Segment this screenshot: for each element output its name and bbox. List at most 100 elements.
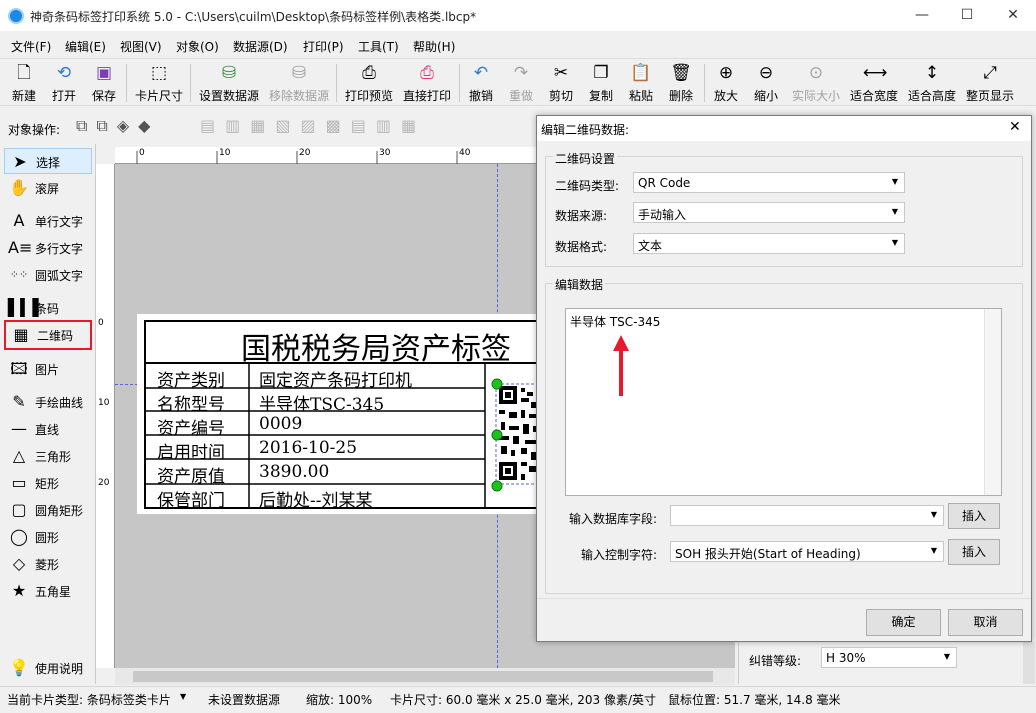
status-zoom: 缩放: 100% <box>306 693 373 707</box>
menu-datasource[interactable]: 数据源(D) <box>233 38 288 55</box>
set-datasource-button[interactable]: ⛁ 设置数据源 <box>197 62 261 104</box>
fit-width-icon: ⟷ <box>863 63 888 83</box>
circle-icon: ◯ <box>10 527 28 546</box>
fit-width-button[interactable]: ⟷ 适合宽度 <box>848 62 900 104</box>
tool-diamond[interactable]: ◇ 菱形 <box>4 551 92 577</box>
hand-icon: ✋ <box>9 178 29 197</box>
chevron-down-icon: ▼ <box>891 177 898 186</box>
tool-triangle[interactable]: △ 三角形 <box>4 443 92 469</box>
insert-field-button[interactable]: 插入 <box>948 503 1000 529</box>
menu-print[interactable]: 打印(P) <box>303 38 344 55</box>
direct-print-button[interactable]: ⎙ 直接打印 <box>401 62 453 104</box>
fit-height-button[interactable]: ↕ 适合高度 <box>906 62 958 104</box>
new-file-icon: 🗋 <box>17 63 31 83</box>
textarea-scrollbar[interactable] <box>984 309 1001 495</box>
tool-line[interactable]: — 直线 <box>4 416 92 442</box>
menu-view[interactable]: 视图(V) <box>120 38 162 55</box>
menu-file[interactable]: 文件(F) <box>11 38 51 55</box>
undo-button[interactable]: ↶ 撤销 <box>466 62 496 104</box>
cut-button[interactable]: ✂ 剪切 <box>546 62 576 104</box>
cancel-button[interactable]: 取消 <box>948 609 1023 636</box>
qrcode-type-select[interactable]: QR Code ▼ <box>633 172 905 193</box>
data-source-select[interactable]: 手动输入 ▼ <box>633 202 905 223</box>
data-format-select[interactable]: 文本 ▼ <box>633 233 905 254</box>
barcode-icon: ▌▍▌ <box>8 298 45 317</box>
qrcode-icon: ▦ <box>13 325 29 344</box>
open-button[interactable]: ⟲ 打开 <box>48 62 80 104</box>
vertical-scrollbar[interactable] <box>1023 642 1035 684</box>
diamond-icon: ◇ <box>12 554 26 573</box>
tool-single-text[interactable]: A 单行文字 <box>4 208 92 234</box>
insert-control-button[interactable]: 插入 <box>948 539 1000 565</box>
minimize-icon[interactable]: — <box>899 0 945 31</box>
ruler-mark: 0 <box>139 148 145 158</box>
zoom-in-button[interactable]: ⊕ 放大 <box>711 62 741 104</box>
delete-button[interactable]: 🗑 删除 <box>666 62 696 104</box>
menu-edit[interactable]: 编辑(E) <box>65 38 106 55</box>
actual-size-button[interactable]: ⊙ 实际大小 <box>790 62 842 104</box>
tool-help[interactable]: 💡 使用说明 <box>4 655 92 681</box>
tool-select[interactable]: ➤ 选择 <box>4 148 92 174</box>
ecc-select[interactable]: H 30% ▼ <box>821 647 957 668</box>
multiline-text-icon: A≡ <box>8 238 33 257</box>
card-size-button[interactable]: ⬚ 卡片尺寸 <box>133 62 185 104</box>
copy-button[interactable]: ❐ 复制 <box>586 62 616 104</box>
chevron-down-icon: ▼ <box>930 546 937 555</box>
open-icon: ⟲ <box>56 63 72 83</box>
tool-circle[interactable]: ◯ 圆形 <box>4 524 92 550</box>
edit-qrcode-dialog: 编辑二维码数据: ✕ 二维码设置 二维码类型: QR Code ▼ 数据来源: 手… <box>536 115 1032 642</box>
fit-page-button[interactable]: ⤢ 整页显示 <box>964 62 1016 104</box>
align-icons[interactable]: ▤▥▦▧▨▩▤▥▦ <box>200 116 426 135</box>
chevron-down-icon: ▼ <box>943 652 950 661</box>
tool-barcode[interactable]: ▌▍▌ 条码 <box>4 295 92 321</box>
tool-star[interactable]: ★ 五角星 <box>4 578 92 604</box>
app-icon <box>8 8 24 24</box>
label-value: 固定资产条码打印机 <box>259 371 412 391</box>
redo-icon: ↷ <box>513 63 529 83</box>
ruler-mark: 0 <box>98 318 104 328</box>
zoom-out-button[interactable]: ⊖ 缩小 <box>751 62 781 104</box>
tool-pan[interactable]: ✋ 滚屏 <box>4 175 92 201</box>
ruler-mark: 20 <box>299 148 311 158</box>
redo-button[interactable]: ↷ 重做 <box>506 62 536 104</box>
tool-rectangle[interactable]: ▭ 矩形 <box>4 470 92 496</box>
layer-icons[interactable]: ⧉⧉◈◆ <box>76 116 159 136</box>
new-button[interactable]: 🗋 新建 <box>8 62 40 104</box>
ok-button[interactable]: 确定 <box>866 609 941 636</box>
rectangle-icon: ▭ <box>11 473 27 492</box>
data-source-label: 数据来源: <box>555 209 608 223</box>
toolbar-separator <box>190 64 191 102</box>
maximize-icon[interactable]: ☐ <box>944 0 990 31</box>
toolbar-separator <box>126 64 127 102</box>
menu-object[interactable]: 对象(O) <box>176 38 219 55</box>
status-card-type[interactable]: 当前卡片类型: 条码标签类卡片 <box>7 691 171 708</box>
paste-button[interactable]: 📋 粘贴 <box>626 62 656 104</box>
horizontal-scrollbar[interactable] <box>115 668 735 685</box>
card-size-icon: ⬚ <box>150 63 168 83</box>
scrollbar-thumb[interactable] <box>133 671 713 682</box>
status-datasource: 未设置数据源 <box>208 693 281 707</box>
toolbar-separator <box>336 64 337 102</box>
print-preview-button[interactable]: ⎙ 打印预览 <box>343 62 395 104</box>
close-icon[interactable]: ✕ <box>990 0 1036 31</box>
save-button[interactable]: ▣ 保存 <box>88 62 120 104</box>
tool-rounded-rectangle[interactable]: ▢ 圆角矩形 <box>4 497 92 523</box>
control-char-select[interactable]: SOH 报头开始(Start of Heading) ▼ <box>670 541 944 562</box>
menu-help[interactable]: 帮助(H) <box>413 38 455 55</box>
chevron-down-icon[interactable]: ▼ <box>180 692 186 701</box>
label-card[interactable]: 国税税务局资产标签 资产类别 固定资产条码打印机 名称型号 半导体TSC-345… <box>137 314 537 514</box>
status-card-size: 卡片尺寸: 60.0 毫米 x 25.0 毫米, 203 像素/英寸 <box>390 693 657 707</box>
label-key: 名称型号 <box>157 395 225 415</box>
tool-image[interactable]: 🖾 图片 <box>4 356 92 382</box>
tool-qrcode[interactable]: ▦ 二维码 <box>4 320 92 350</box>
close-icon[interactable]: ✕ <box>1009 119 1021 135</box>
fit-page-icon: ⤢ <box>983 63 997 83</box>
database-icon: ⛁ <box>221 63 237 83</box>
tool-freehand[interactable]: ✎ 手绘曲线 <box>4 389 92 415</box>
menu-tools[interactable]: 工具(T) <box>358 38 399 55</box>
remove-datasource-button[interactable]: ⛁ 移除数据源 <box>267 62 331 104</box>
db-field-select[interactable]: ▼ <box>670 505 944 526</box>
ruler-mark: 10 <box>219 148 231 158</box>
tool-arc-text[interactable]: ⁘⁘ 圆弧文字 <box>4 262 92 288</box>
tool-multi-text[interactable]: A≡ 多行文字 <box>4 235 92 261</box>
